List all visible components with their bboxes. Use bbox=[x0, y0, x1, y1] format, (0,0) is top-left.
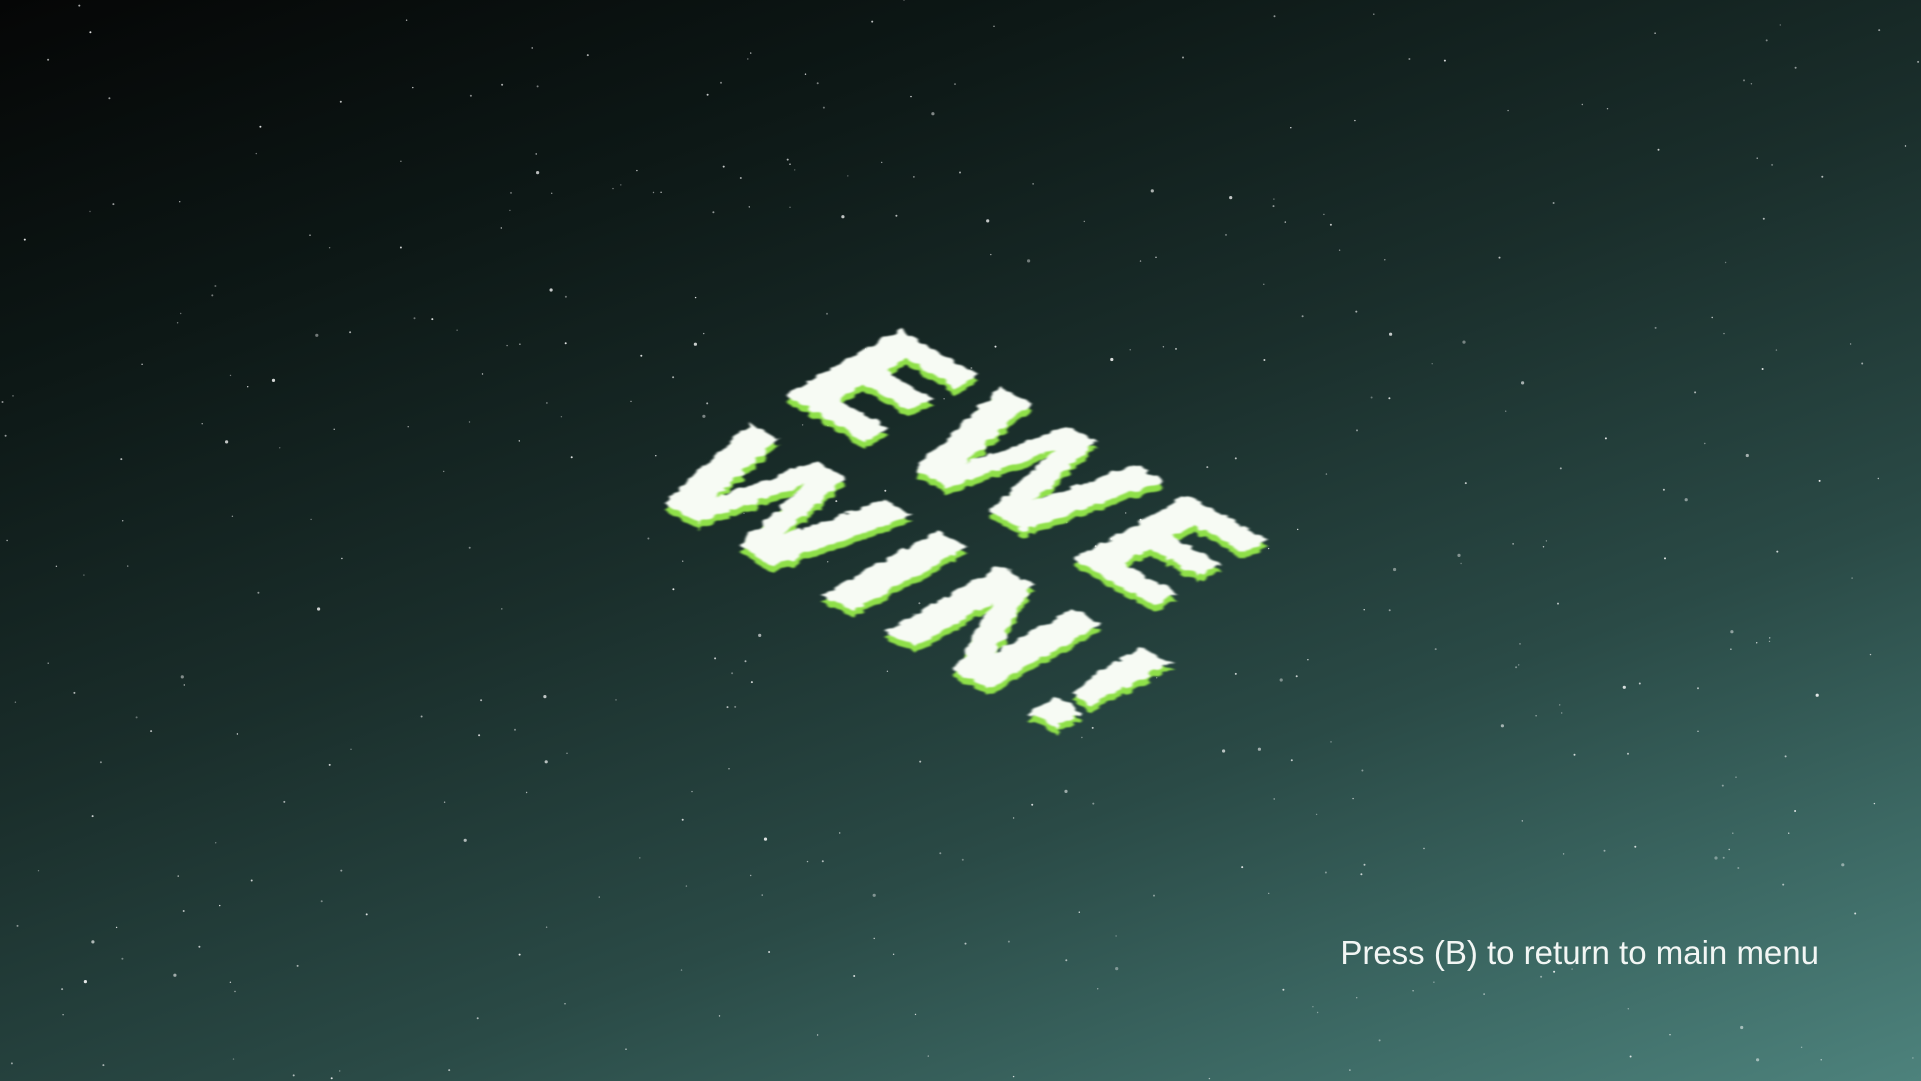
win-title-graphic: EWE WIN! EWE WIN! bbox=[595, 304, 1315, 772]
game-screen: EWE WIN! EWE WIN! Press (B) to return to… bbox=[0, 0, 1921, 1081]
win-title: EWE WIN! EWE WIN! bbox=[0, 0, 1921, 1081]
return-to-menu-hint: Press (B) to return to main menu bbox=[1340, 934, 1819, 971]
